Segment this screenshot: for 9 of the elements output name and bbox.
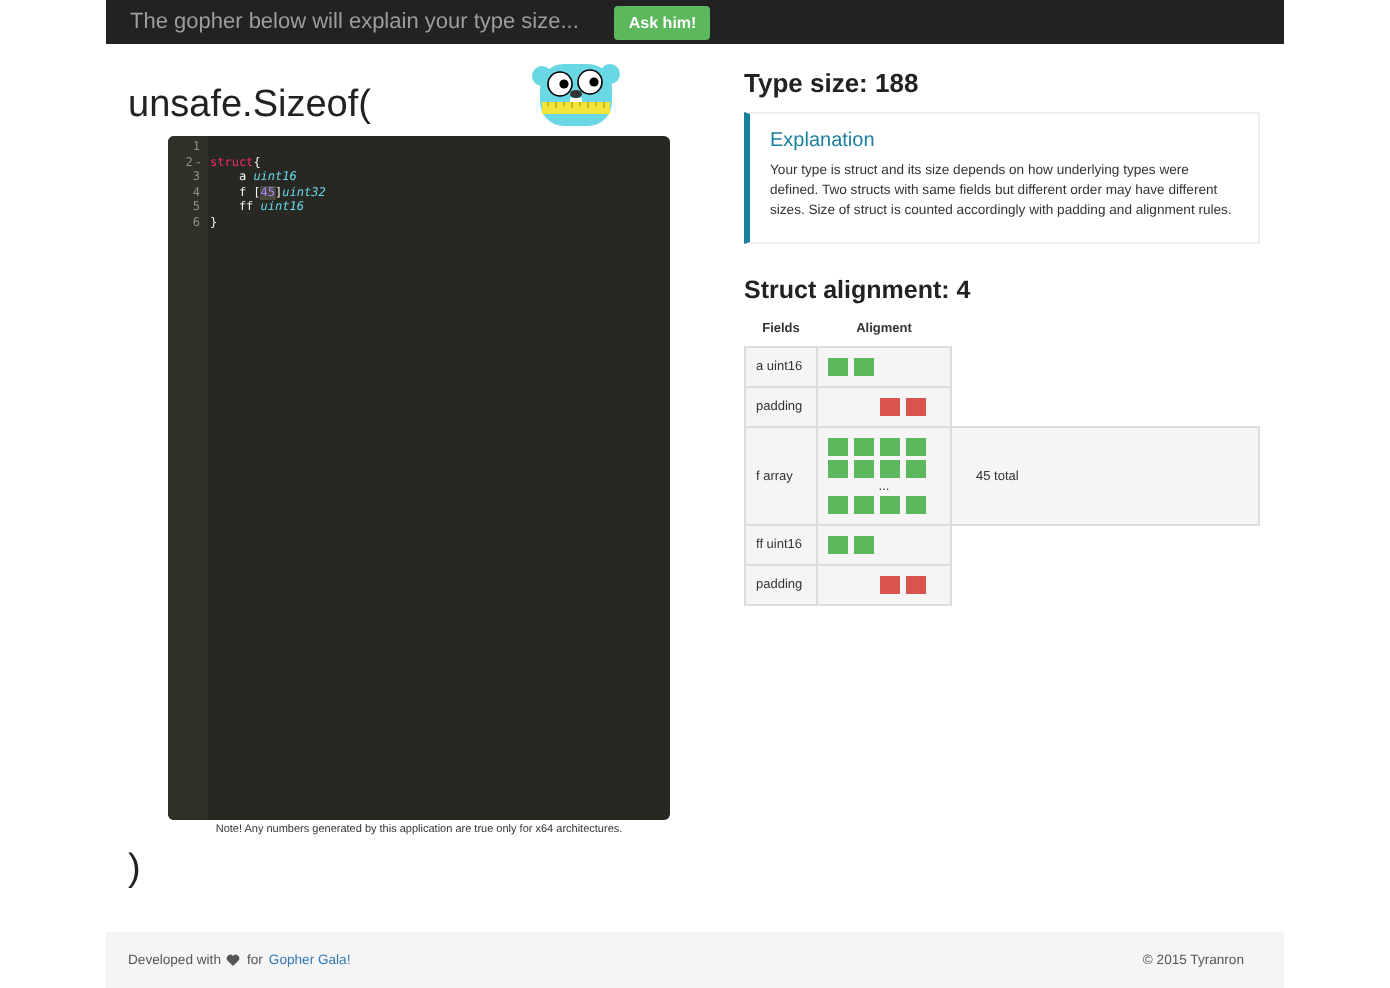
callout-title: Explanation	[770, 130, 877, 152]
page-heading: )	[128, 848, 141, 892]
page-heading: unsafe.Sizeof(	[128, 84, 371, 128]
alignment-heading: Struct alignment: 4	[744, 276, 973, 304]
type-size-heading: Type size: 188	[744, 68, 921, 98]
gopher-drawing	[526, 60, 626, 126]
navbar-text: The gopher below will explain your type size...	[130, 10, 579, 34]
heart-icon	[226, 954, 241, 966]
ask-button[interactable]: Ask him!	[614, 5, 711, 39]
